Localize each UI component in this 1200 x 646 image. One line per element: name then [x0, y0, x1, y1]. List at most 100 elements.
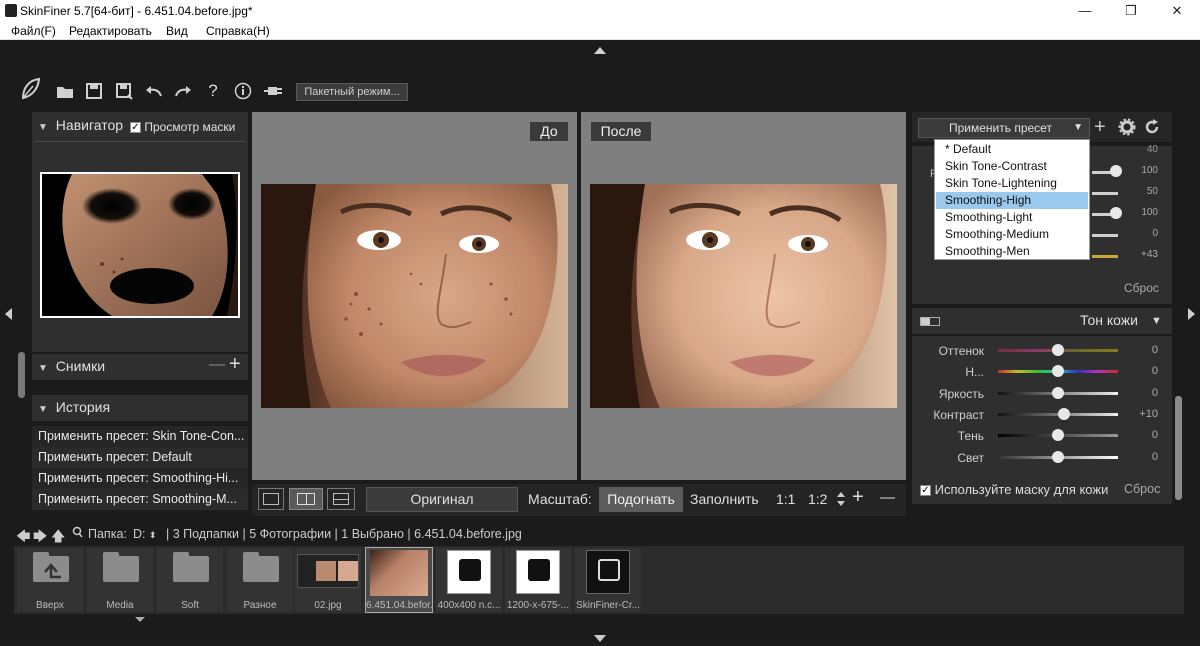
- add-snapshot-button[interactable]: +: [229, 353, 241, 376]
- search-icon[interactable]: [72, 526, 83, 538]
- skin-slider-knob[interactable]: [1058, 407, 1070, 420]
- skin-slider-knob[interactable]: [1052, 386, 1064, 399]
- preset-option-selected[interactable]: Smoothing-High: [936, 192, 1088, 209]
- history-item[interactable]: Применить пресет: Default: [32, 447, 248, 468]
- zoom-stepper-icon[interactable]: [836, 490, 846, 508]
- help-icon[interactable]: ?: [202, 80, 224, 102]
- filmstrip-collapse-icon[interactable]: [135, 612, 145, 622]
- filmstrip-item[interactable]: Вверх: [17, 548, 83, 612]
- skin-mask-toggle[interactable]: ✓ Используйте маску для кожи: [920, 482, 1108, 497]
- refresh-icon[interactable]: [1143, 118, 1161, 136]
- left-scrollbar-thumb[interactable]: [18, 352, 25, 398]
- skin-mask-checkbox[interactable]: ✓: [920, 485, 931, 497]
- split-view-button[interactable]: [289, 488, 323, 510]
- remove-snapshot-button[interactable]: —: [209, 356, 225, 374]
- batch-mode-button[interactable]: Пакетный режим...: [296, 83, 408, 101]
- save-as-icon[interactable]: [113, 80, 135, 102]
- menu-edit[interactable]: Редактировать: [69, 24, 152, 38]
- maximize-button[interactable]: ❐: [1108, 0, 1154, 22]
- skin-slider-knob[interactable]: [1052, 450, 1064, 463]
- folder-label: Папка:: [88, 527, 127, 541]
- slider-track[interactable]: [1092, 255, 1118, 258]
- fill-button[interactable]: Заполнить: [690, 491, 759, 507]
- skin-slider-knob[interactable]: [1052, 344, 1064, 356]
- zoom-1-2-button[interactable]: 1:2: [808, 491, 827, 507]
- reset-adjustments-button[interactable]: Сброс: [1124, 281, 1159, 295]
- skin-slider-value: 0: [1151, 344, 1158, 356]
- save-icon[interactable]: [83, 80, 105, 102]
- open-folder-icon[interactable]: [54, 80, 76, 102]
- skin-slider-label: Яркость: [938, 386, 984, 401]
- filmstrip-item[interactable]: 6.451.04.befor...: [365, 547, 433, 613]
- history-item[interactable]: Применить пресет: Skin Tone-Con...: [32, 426, 248, 447]
- filmstrip-item[interactable]: 400x400 n.c...: [436, 548, 502, 612]
- collapse-bottom-arrow-icon[interactable]: [594, 632, 606, 642]
- skin-tone-title[interactable]: Тон кожи: [1080, 312, 1138, 328]
- gear-icon[interactable]: [1118, 118, 1136, 136]
- menu-help[interactable]: Справка(H): [206, 24, 270, 38]
- zoom-in-button[interactable]: +: [852, 486, 864, 509]
- skin-slider-label: Оттенок: [938, 344, 984, 358]
- menu-view[interactable]: Вид: [166, 24, 188, 38]
- preset-option[interactable]: Smoothing-Medium: [936, 226, 1088, 243]
- filmstrip-item[interactable]: Разное: [227, 548, 293, 612]
- logo-dark-thumbnail-icon: [586, 550, 630, 594]
- preset-option[interactable]: Skin Tone-Lightening: [936, 175, 1088, 192]
- history-item[interactable]: Применить пресет: Smoothing-Hi...: [32, 468, 248, 489]
- redo-icon[interactable]: [172, 80, 194, 102]
- skin-slider-row: Контраст +10: [912, 404, 1172, 425]
- apply-preset-dropdown[interactable]: Применить пресет ▼: [918, 118, 1090, 138]
- history-header[interactable]: ▼ История: [38, 399, 110, 423]
- info-icon[interactable]: [232, 80, 254, 102]
- skin-slider-knob[interactable]: [1052, 429, 1064, 442]
- collapse-top-arrow-icon[interactable]: [594, 43, 606, 54]
- collapse-left-arrow-icon[interactable]: [4, 308, 12, 320]
- preset-option[interactable]: Smoothing-Light: [936, 209, 1088, 226]
- original-button[interactable]: Оригинал: [366, 487, 518, 512]
- collapse-triangle-icon[interactable]: ▼: [1151, 315, 1162, 327]
- stacked-view-button[interactable]: [327, 488, 355, 510]
- menu-file[interactable]: Файл(F): [11, 24, 56, 38]
- scale-label: Масштаб:: [528, 491, 592, 507]
- navigator-preview[interactable]: [40, 172, 240, 318]
- app-icon: [5, 4, 17, 17]
- slider-track[interactable]: [1092, 234, 1118, 237]
- mask-preview-checkbox[interactable]: ✓: [130, 122, 141, 134]
- before-photo[interactable]: [261, 184, 568, 408]
- skin-slider-value: 0: [1151, 386, 1158, 399]
- filmstrip-item[interactable]: SkinFiner-Cr...: [575, 548, 641, 612]
- filmstrip-item[interactable]: 1200-x-675-...: [505, 548, 571, 612]
- after-photo[interactable]: [590, 184, 897, 408]
- right-scrollbar-thumb[interactable]: [1175, 396, 1182, 500]
- minimize-button[interactable]: —: [1062, 0, 1108, 22]
- filmstrip-item[interactable]: 02.jpg: [295, 548, 361, 612]
- filmstrip-item-label: Soft: [181, 600, 199, 611]
- preset-option-default[interactable]: * Default: [936, 141, 1088, 158]
- add-preset-icon[interactable]: +: [1094, 116, 1106, 139]
- preset-option[interactable]: Smoothing-Men: [936, 243, 1088, 260]
- zoom-1-1-button[interactable]: 1:1: [776, 491, 795, 507]
- filmstrip-item[interactable]: Soft: [157, 548, 223, 612]
- close-button[interactable]: ✕: [1154, 0, 1200, 22]
- skin-slider-label: Свет: [957, 450, 984, 465]
- history-item[interactable]: Применить пресет: Smoothing-M...: [32, 489, 248, 510]
- slider-track[interactable]: [1092, 192, 1118, 195]
- filmstrip-item[interactable]: Media: [87, 548, 153, 612]
- reset-skin-tone-button[interactable]: Сброс: [1124, 482, 1160, 496]
- plugin-icon[interactable]: [262, 80, 284, 102]
- mask-preview-toggle[interactable]: ✓ Просмотр маски: [130, 120, 235, 134]
- navigator-header[interactable]: ▼ Навигатор: [38, 117, 123, 141]
- fit-button[interactable]: Подогнать: [599, 487, 683, 512]
- skin-slider-row: Оттенок 0: [912, 340, 1172, 361]
- drive-selector[interactable]: D: ⬍: [133, 527, 157, 541]
- single-view-button[interactable]: [258, 488, 284, 510]
- panel-toggle-icon[interactable]: [920, 317, 940, 326]
- preset-option[interactable]: Skin Tone-Contrast: [936, 158, 1088, 175]
- collapse-right-arrow-icon[interactable]: [1188, 308, 1196, 320]
- skin-slider-knob[interactable]: [1052, 365, 1064, 378]
- undo-icon[interactable]: [143, 80, 165, 102]
- zoom-out-button[interactable]: —: [880, 489, 895, 506]
- snapshots-header[interactable]: ▼ Снимки: [38, 358, 105, 382]
- slider-knob[interactable]: [1110, 207, 1122, 219]
- slider-knob[interactable]: [1110, 165, 1122, 177]
